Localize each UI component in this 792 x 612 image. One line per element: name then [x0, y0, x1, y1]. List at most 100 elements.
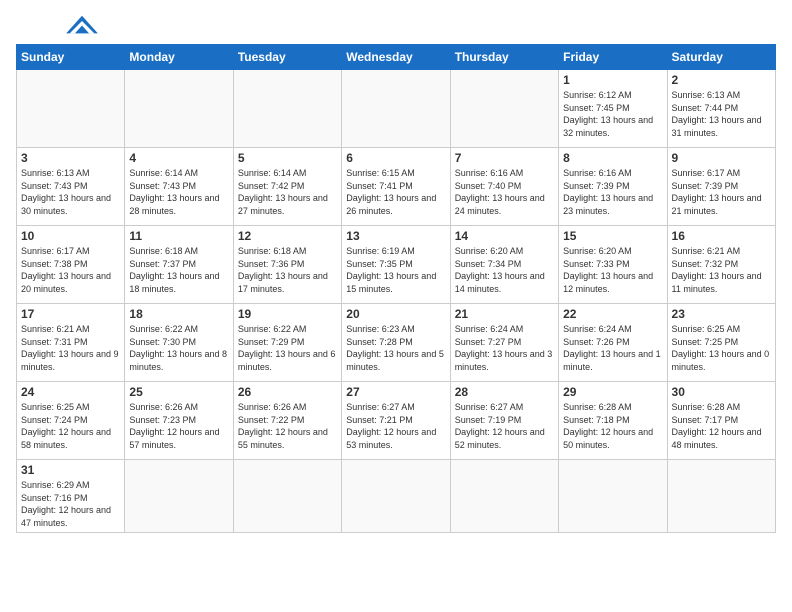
- day-info: Sunrise: 6:14 AM Sunset: 7:42 PM Dayligh…: [238, 167, 337, 217]
- day-number: 8: [563, 151, 662, 165]
- week-row-5: 31Sunrise: 6:29 AM Sunset: 7:16 PM Dayli…: [17, 460, 776, 533]
- day-cell: [125, 70, 233, 148]
- day-info: Sunrise: 6:13 AM Sunset: 7:44 PM Dayligh…: [672, 89, 771, 139]
- day-number: 20: [346, 307, 445, 321]
- day-number: 11: [129, 229, 228, 243]
- day-info: Sunrise: 6:17 AM Sunset: 7:38 PM Dayligh…: [21, 245, 120, 295]
- day-cell: [342, 70, 450, 148]
- day-cell: 21 Sunrise: 6:24 AM Sunset: 7:27 PM Dayli…: [450, 304, 558, 382]
- week-row-2: 10Sunrise: 6:17 AM Sunset: 7:38 PM Dayli…: [17, 226, 776, 304]
- week-row-4: 24Sunrise: 6:25 AM Sunset: 7:24 PM Dayli…: [17, 382, 776, 460]
- day-info: Sunrise: 6:25 AM Sunset: 7:24 PM Dayligh…: [21, 401, 120, 451]
- day-info: Sunrise: 6:21 AM Sunset: 7:32 PM Dayligh…: [672, 245, 771, 295]
- day-cell: [559, 460, 667, 533]
- day-cell: 14Sunrise: 6:20 AM Sunset: 7:34 PM Dayli…: [450, 226, 558, 304]
- day-number: 14: [455, 229, 554, 243]
- day-cell: 15 Sunrise: 6:20 AM Sunset: 7:33 PM Dayli…: [559, 226, 667, 304]
- day-number: 5: [238, 151, 337, 165]
- day-cell: 30 Sunrise: 6:28 AM Sunset: 7:17 PM Dayli…: [667, 382, 775, 460]
- day-info: Sunrise: 6:12 AM Sunset: 7:45 PM Dayligh…: [563, 89, 662, 139]
- day-header-thursday: Thursday: [450, 45, 558, 70]
- day-info: Sunrise: 6:27 AM Sunset: 7:21 PM Dayligh…: [346, 401, 445, 451]
- day-cell: 18 Sunrise: 6:22 AM Sunset: 7:30 PM Dayli…: [125, 304, 233, 382]
- day-info: Sunrise: 6:26 AM Sunset: 7:23 PM Dayligh…: [129, 401, 228, 451]
- day-number: 26: [238, 385, 337, 399]
- day-cell: [342, 460, 450, 533]
- week-row-1: 3 Sunrise: 6:13 AM Sunset: 7:43 PM Daylig…: [17, 148, 776, 226]
- day-number: 28: [455, 385, 554, 399]
- day-cell: 12Sunrise: 6:18 AM Sunset: 7:36 PM Dayli…: [233, 226, 341, 304]
- day-cell: 8Sunrise: 6:16 AM Sunset: 7:39 PM Daylig…: [559, 148, 667, 226]
- day-info: Sunrise: 6:13 AM Sunset: 7:43 PM Dayligh…: [21, 167, 120, 217]
- day-cell: 5 Sunrise: 6:14 AM Sunset: 7:42 PM Daylig…: [233, 148, 341, 226]
- day-number: 15: [563, 229, 662, 243]
- day-info: Sunrise: 6:24 AM Sunset: 7:26 PM Dayligh…: [563, 323, 662, 373]
- day-info: Sunrise: 6:21 AM Sunset: 7:31 PM Dayligh…: [21, 323, 120, 373]
- day-cell: 25 Sunrise: 6:26 AM Sunset: 7:23 PM Dayli…: [125, 382, 233, 460]
- day-cell: 20 Sunrise: 6:23 AM Sunset: 7:28 PM Dayli…: [342, 304, 450, 382]
- day-info: Sunrise: 6:28 AM Sunset: 7:18 PM Dayligh…: [563, 401, 662, 451]
- day-cell: [233, 70, 341, 148]
- day-cell: 4 Sunrise: 6:14 AM Sunset: 7:43 PM Daylig…: [125, 148, 233, 226]
- day-number: 30: [672, 385, 771, 399]
- day-number: 19: [238, 307, 337, 321]
- day-info: Sunrise: 6:19 AM Sunset: 7:35 PM Dayligh…: [346, 245, 445, 295]
- day-header-friday: Friday: [559, 45, 667, 70]
- day-cell: 31Sunrise: 6:29 AM Sunset: 7:16 PM Dayli…: [17, 460, 125, 533]
- day-number: 22: [563, 307, 662, 321]
- day-cell: [450, 460, 558, 533]
- logo: [16, 16, 100, 36]
- day-number: 4: [129, 151, 228, 165]
- day-info: Sunrise: 6:24 AM Sunset: 7:27 PM Dayligh…: [455, 323, 554, 373]
- day-info: Sunrise: 6:28 AM Sunset: 7:17 PM Dayligh…: [672, 401, 771, 451]
- day-info: Sunrise: 6:23 AM Sunset: 7:28 PM Dayligh…: [346, 323, 445, 373]
- week-row-0: 1 Sunrise: 6:12 AM Sunset: 7:45 PM Daylig…: [17, 70, 776, 148]
- day-cell: 28 Sunrise: 6:27 AM Sunset: 7:19 PM Dayli…: [450, 382, 558, 460]
- day-info: Sunrise: 6:22 AM Sunset: 7:29 PM Dayligh…: [238, 323, 337, 373]
- day-number: 18: [129, 307, 228, 321]
- day-cell: 17Sunrise: 6:21 AM Sunset: 7:31 PM Dayli…: [17, 304, 125, 382]
- week-row-3: 17Sunrise: 6:21 AM Sunset: 7:31 PM Dayli…: [17, 304, 776, 382]
- day-cell: [17, 70, 125, 148]
- day-number: 1: [563, 73, 662, 87]
- day-number: 3: [21, 151, 120, 165]
- day-header-saturday: Saturday: [667, 45, 775, 70]
- header: [16, 16, 776, 36]
- day-info: Sunrise: 6:22 AM Sunset: 7:30 PM Dayligh…: [129, 323, 228, 373]
- day-info: Sunrise: 6:15 AM Sunset: 7:41 PM Dayligh…: [346, 167, 445, 217]
- day-info: Sunrise: 6:27 AM Sunset: 7:19 PM Dayligh…: [455, 401, 554, 451]
- day-number: 9: [672, 151, 771, 165]
- day-cell: 1 Sunrise: 6:12 AM Sunset: 7:45 PM Daylig…: [559, 70, 667, 148]
- day-info: Sunrise: 6:17 AM Sunset: 7:39 PM Dayligh…: [672, 167, 771, 217]
- day-cell: 23 Sunrise: 6:25 AM Sunset: 7:25 PM Dayli…: [667, 304, 775, 382]
- day-cell: 6Sunrise: 6:15 AM Sunset: 7:41 PM Daylig…: [342, 148, 450, 226]
- day-cell: 7 Sunrise: 6:16 AM Sunset: 7:40 PM Daylig…: [450, 148, 558, 226]
- day-cell: 13 Sunrise: 6:19 AM Sunset: 7:35 PM Dayli…: [342, 226, 450, 304]
- day-info: Sunrise: 6:20 AM Sunset: 7:33 PM Dayligh…: [563, 245, 662, 295]
- day-info: Sunrise: 6:25 AM Sunset: 7:25 PM Dayligh…: [672, 323, 771, 373]
- day-info: Sunrise: 6:18 AM Sunset: 7:37 PM Dayligh…: [129, 245, 228, 295]
- day-cell: 29Sunrise: 6:28 AM Sunset: 7:18 PM Dayli…: [559, 382, 667, 460]
- day-number: 23: [672, 307, 771, 321]
- day-cell: 11 Sunrise: 6:18 AM Sunset: 7:37 PM Dayli…: [125, 226, 233, 304]
- days-header-row: SundayMondayTuesdayWednesdayThursdayFrid…: [17, 45, 776, 70]
- day-cell: 27Sunrise: 6:27 AM Sunset: 7:21 PM Dayli…: [342, 382, 450, 460]
- day-cell: [450, 70, 558, 148]
- day-cell: 9 Sunrise: 6:17 AM Sunset: 7:39 PM Daylig…: [667, 148, 775, 226]
- day-number: 21: [455, 307, 554, 321]
- day-cell: 10Sunrise: 6:17 AM Sunset: 7:38 PM Dayli…: [17, 226, 125, 304]
- day-number: 2: [672, 73, 771, 87]
- day-info: Sunrise: 6:14 AM Sunset: 7:43 PM Dayligh…: [129, 167, 228, 217]
- day-cell: [233, 460, 341, 533]
- day-number: 16: [672, 229, 771, 243]
- day-number: 31: [21, 463, 120, 477]
- day-number: 25: [129, 385, 228, 399]
- day-number: 7: [455, 151, 554, 165]
- day-info: Sunrise: 6:16 AM Sunset: 7:40 PM Dayligh…: [455, 167, 554, 217]
- day-cell: 24Sunrise: 6:25 AM Sunset: 7:24 PM Dayli…: [17, 382, 125, 460]
- day-cell: 3 Sunrise: 6:13 AM Sunset: 7:43 PM Daylig…: [17, 148, 125, 226]
- day-cell: 16 Sunrise: 6:21 AM Sunset: 7:32 PM Dayli…: [667, 226, 775, 304]
- day-number: 13: [346, 229, 445, 243]
- day-info: Sunrise: 6:18 AM Sunset: 7:36 PM Dayligh…: [238, 245, 337, 295]
- logo-icon: [64, 14, 100, 36]
